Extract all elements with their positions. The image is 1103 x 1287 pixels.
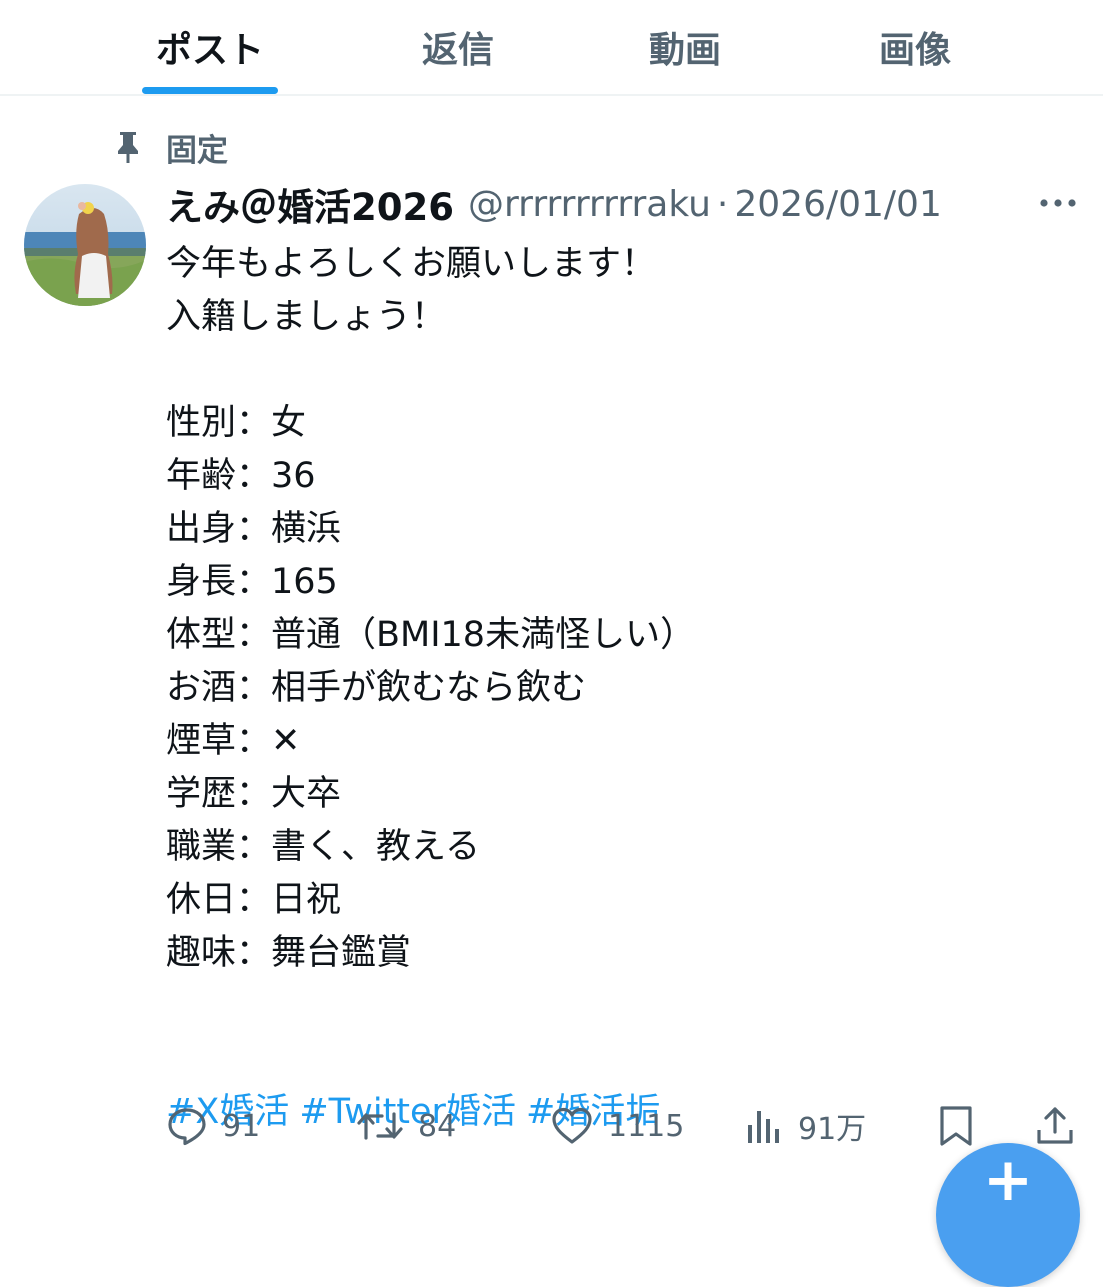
compose-button[interactable]: + xyxy=(936,1143,1080,1287)
reply-icon xyxy=(168,1108,206,1146)
views-count: 91万 xyxy=(798,1112,867,1147)
post-text-line: 休日：日祝 xyxy=(166,880,342,920)
post-text-line: お酒：相手が飲むなら飲む xyxy=(166,668,587,708)
views-icon xyxy=(748,1111,779,1143)
repost-icon xyxy=(357,1112,403,1140)
post-body: 今年もよろしくお願いします！ 入籍しましょう！ 性別：女 年齢：36 出身：横浜… xyxy=(166,238,1066,1139)
profile-tabs: ポスト 返信 動画 画像 xyxy=(0,0,1103,96)
post-text-line: 煙草：✕ xyxy=(166,721,301,761)
post-header: えみ＠婚活2026 @rrrrrrrrrraku · 2026/01/01 xyxy=(166,178,942,230)
pin-icon xyxy=(108,127,148,167)
more-options-icon[interactable] xyxy=(1036,190,1080,216)
repost-count: 84 xyxy=(418,1108,457,1144)
post-text-line: 出身：横浜 xyxy=(166,509,342,549)
pinned-indicator: 固定 xyxy=(108,124,228,170)
tab-posts-label: ポスト xyxy=(155,30,264,71)
bookmark-icon xyxy=(940,1106,972,1146)
post-text-line: 学歴：大卒 xyxy=(166,774,342,814)
share-icon xyxy=(1037,1107,1073,1144)
post-text-line: 年齢：36 xyxy=(166,456,316,496)
post-date[interactable]: 2026/01/01 xyxy=(734,184,942,225)
reply-count: 91 xyxy=(222,1108,261,1144)
bookmark-button[interactable] xyxy=(936,1100,976,1152)
post-text-line: 入籍しましょう！ xyxy=(166,297,447,337)
post-text-line xyxy=(166,344,1066,397)
avatar[interactable] xyxy=(24,184,146,306)
views-button[interactable]: 91万 xyxy=(744,1100,866,1152)
share-button[interactable] xyxy=(1034,1100,1076,1152)
tab-videos[interactable]: 動画 xyxy=(615,0,755,94)
reply-button[interactable]: 91 xyxy=(166,1100,260,1152)
display-name[interactable]: えみ＠婚活2026 xyxy=(166,177,454,231)
heart-icon xyxy=(552,1107,592,1144)
tab-posts[interactable]: ポスト xyxy=(142,0,278,94)
tab-videos-label: 動画 xyxy=(648,30,721,71)
compose-plus-icon: + xyxy=(982,1145,1034,1215)
post-actions: 91 84 1115 91万 xyxy=(0,1100,1103,1152)
tab-images[interactable]: 画像 xyxy=(845,0,985,94)
user-handle[interactable]: @rrrrrrrrrraku xyxy=(468,184,711,225)
tab-images-label: 画像 xyxy=(878,30,951,71)
post-text-line: 今年もよろしくお願いします！ xyxy=(166,244,657,284)
like-button[interactable]: 1115 xyxy=(550,1100,684,1152)
pinned-label: 固定 xyxy=(166,132,228,169)
tab-replies-label: 返信 xyxy=(421,30,494,71)
post-text-line xyxy=(166,980,1066,1033)
post-text-line: 職業：書く、教える xyxy=(166,827,480,867)
tab-replies[interactable]: 返信 xyxy=(388,0,528,94)
like-count: 1115 xyxy=(608,1108,685,1144)
repost-button[interactable]: 84 xyxy=(356,1100,456,1152)
post-text-line: 趣味：舞台鑑賞 xyxy=(166,933,412,973)
active-tab-indicator xyxy=(142,87,278,94)
separator-dot: · xyxy=(716,183,729,225)
post-text-line: 性別：女 xyxy=(166,403,307,443)
post-text-line: 体型：普通（BMI18未満怪しい） xyxy=(166,615,696,655)
post-text-line: 身長：165 xyxy=(166,562,338,602)
